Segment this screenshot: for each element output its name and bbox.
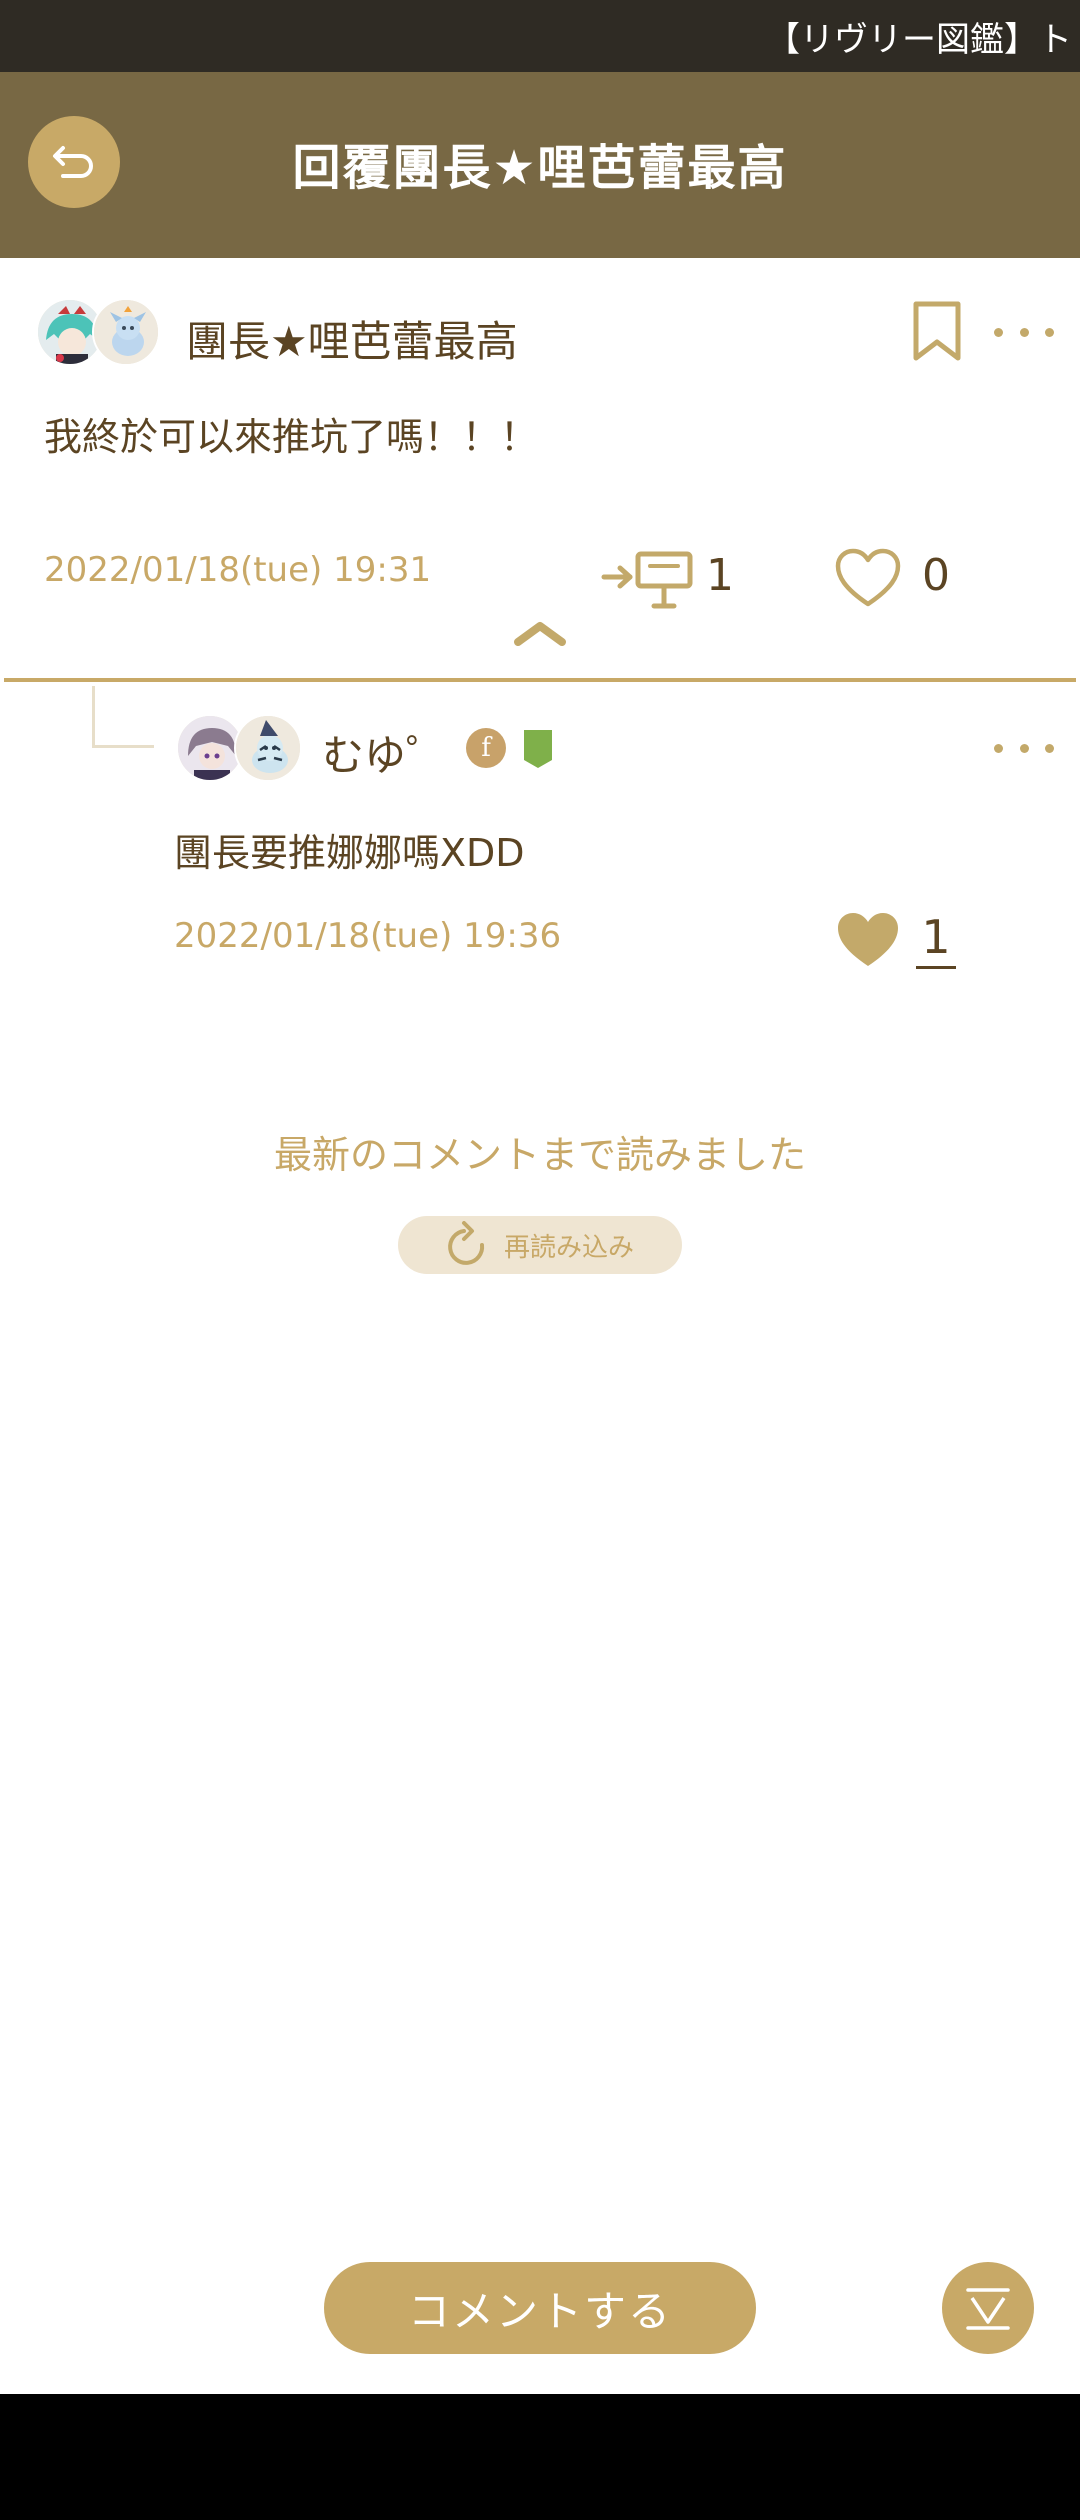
reply-avatars[interactable] (176, 714, 306, 784)
post-avatars[interactable] (36, 298, 168, 368)
reply-author-name[interactable]: むゆ゜ (322, 722, 448, 783)
page-title: 回覆團長★哩芭蕾最高 (292, 140, 788, 196)
liked-heart-icon[interactable] (834, 910, 902, 970)
bookmark-icon[interactable] (912, 300, 962, 364)
back-button[interactable] (28, 116, 120, 208)
reload-icon (448, 1221, 485, 1265)
avatar (92, 298, 160, 366)
header: 回覆團長★哩芭蕾最高 (0, 72, 1080, 258)
reload-label: 再読み込み (503, 1232, 634, 1263)
post-body: 我終於可以來推坑了嗎！！！ (44, 415, 539, 459)
f-badge-letter: f (481, 733, 491, 763)
reply-date: 2022/01/18(tue) 19:36 (174, 916, 562, 956)
pet-avatar-icon (236, 716, 300, 780)
scroll-to-bottom-icon (966, 2288, 1010, 2330)
more-options-icon[interactable] (994, 312, 1054, 352)
scroll-to-bottom-button[interactable] (942, 2262, 1034, 2354)
status-bar: 【リヴリー図鑑】ト (0, 0, 1080, 72)
reply-like-count[interactable]: 1 (916, 910, 956, 969)
f-badge-icon: f (466, 728, 506, 768)
like-count: 0 (922, 550, 950, 601)
post-author-name[interactable]: 團長★哩芭蕾最高 (186, 308, 518, 369)
post-date: 2022/01/18(tue) 19:31 (44, 550, 432, 590)
status-bar-title: 【リヴリー図鑑】ト (766, 20, 1072, 60)
reload-button[interactable]: 再読み込み (398, 1216, 682, 1274)
avatar (234, 714, 302, 782)
system-nav-bar (0, 2394, 1080, 2520)
reply-body: 團長要推娜娜嗎XDD (174, 831, 525, 875)
reply-icon[interactable] (600, 548, 696, 610)
reply-count: 1 (706, 550, 734, 601)
like-heart-icon[interactable] (834, 548, 902, 608)
pet-avatar-icon (94, 300, 158, 364)
divider (4, 678, 1076, 682)
shield-badge-icon (524, 730, 552, 768)
more-options-icon[interactable] (994, 728, 1054, 768)
latest-comments-note: 最新のコメントまで読みました (273, 1133, 806, 1177)
back-arrow-icon (53, 146, 93, 178)
thread-connector (92, 686, 154, 748)
comment-button[interactable]: コメントする (324, 2262, 756, 2354)
chevron-up-icon[interactable] (512, 618, 568, 648)
